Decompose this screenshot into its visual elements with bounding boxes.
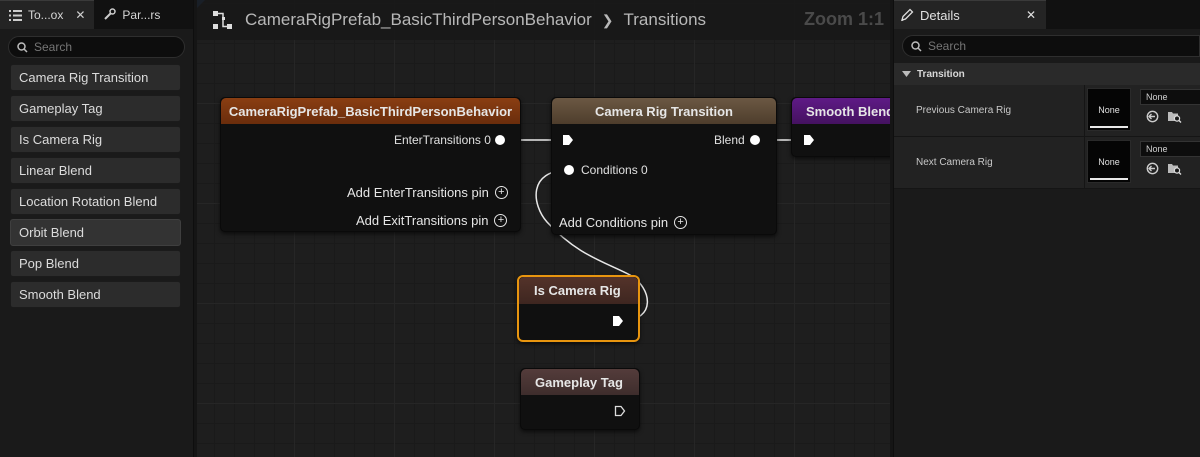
transition-blend-pin-label: Blend [714, 133, 745, 147]
tab-details-label: Details [920, 7, 960, 23]
graph-canvas[interactable]: CameraRigPrefab_BasicThirdPersonBehavior… [197, 0, 890, 457]
tab-toolbox-label: To...ox [28, 8, 64, 22]
browse-icon[interactable] [1167, 162, 1182, 175]
details-search-input[interactable] [928, 39, 1083, 53]
wrench-icon [104, 8, 117, 20]
node-is-camera-rig[interactable]: Is Camera Rig [517, 275, 640, 342]
plus-icon: + [674, 216, 688, 229]
breadcrumb-current: Transitions [623, 10, 707, 29]
next-camera-rig-thumbnail[interactable]: None [1087, 140, 1131, 183]
add-conditions-button[interactable]: Add Conditions pin + [559, 215, 688, 230]
tab-parameters-label: Par...rs [122, 7, 161, 22]
transition-blend-pin[interactable] [750, 135, 760, 145]
node-root-header: CameraRigPrefab_BasicThirdPersonBehavior [221, 98, 520, 124]
smooth-blend-in-exec-pin[interactable] [803, 134, 815, 146]
next-camera-rig-combo[interactable]: None [1140, 141, 1200, 157]
editor-window: To...ox ✕ Par...rs Camera Rig Transition… [0, 0, 1200, 457]
root-enter-pin[interactable] [495, 135, 505, 145]
add-conditions-label: Add Conditions pin [559, 215, 669, 230]
transition-conditions-pin[interactable] [564, 165, 574, 175]
property-previous-camera-rig-name: Previous Camera Rig [916, 105, 1012, 116]
list-icon [9, 9, 22, 21]
property-next-camera-rig: Next Camera Rig None None [894, 137, 1200, 189]
node-gameplay-tag-header: Gameplay Tag [521, 369, 639, 395]
pencil-icon [901, 8, 914, 22]
previous-camera-rig-combo[interactable]: None [1140, 89, 1200, 105]
use-selected-icon[interactable] [1146, 162, 1159, 175]
close-icon[interactable]: ✕ [1026, 8, 1036, 22]
toolbox-item-orbit-blend[interactable]: Orbit Blend [10, 219, 181, 246]
toolbox-item-camera-rig-transition[interactable]: Camera Rig Transition [10, 64, 181, 91]
node-smooth-blend-header: Smooth Blend [792, 98, 890, 124]
graph-breadcrumb-bar: CameraRigPrefab_BasicThirdPersonBehavior… [197, 0, 890, 40]
add-exit-transitions-button[interactable]: Add ExitTransitions pin + [356, 213, 508, 228]
add-enter-transitions-button[interactable]: Add EnterTransitions pin + [347, 185, 508, 200]
transition-conditions-pin-label: Conditions 0 [581, 163, 648, 177]
toolbox-item-pop-blend[interactable]: Pop Blend [10, 250, 181, 277]
browse-icon[interactable] [1167, 110, 1182, 123]
toolbox-item-smooth-blend[interactable]: Smooth Blend [10, 281, 181, 308]
category-transition-label: Transition [917, 68, 965, 80]
breadcrumb: CameraRigPrefab_BasicThirdPersonBehavior… [245, 10, 706, 30]
toolbox-search-input[interactable] [34, 40, 174, 54]
search-icon [17, 41, 28, 53]
breadcrumb-asset[interactable]: CameraRigPrefab_BasicThirdPersonBehavior [245, 10, 592, 30]
use-selected-icon[interactable] [1146, 110, 1159, 123]
chevron-down-icon [902, 70, 911, 77]
category-transition[interactable]: Transition [894, 63, 1200, 85]
is-camera-rig-out-exec-pin[interactable] [612, 315, 624, 327]
property-divider [1084, 137, 1085, 189]
details-search[interactable] [902, 35, 1200, 57]
node-root[interactable]: CameraRigPrefab_BasicThirdPersonBehavior [220, 97, 521, 232]
plus-icon: + [494, 214, 508, 227]
root-enter-pin-label: EnterTransitions 0 [394, 133, 491, 147]
toolbox-item-linear-blend[interactable]: Linear Blend [10, 157, 181, 184]
node-is-camera-rig-header: Is Camera Rig [519, 277, 638, 304]
previous-camera-rig-thumbnail[interactable]: None [1087, 88, 1131, 131]
search-icon [911, 40, 922, 52]
zoom-indicator: Zoom 1:1 [803, 9, 884, 29]
tab-toolbox[interactable]: To...ox ✕ [0, 0, 95, 29]
gameplay-tag-out-exec-pin[interactable] [614, 405, 626, 417]
transition-in-exec-pin[interactable] [562, 134, 574, 146]
toolbox-search[interactable] [8, 36, 185, 58]
plus-icon: + [494, 186, 508, 199]
tab-parameters[interactable]: Par...rs [94, 0, 169, 29]
left-tab-bar: To...ox ✕ Par...rs [0, 0, 193, 29]
tab-details[interactable]: Details ✕ [894, 0, 1046, 29]
toolbox-item-is-camera-rig[interactable]: Is Camera Rig [10, 126, 181, 153]
toolbox-item-gameplay-tag[interactable]: Gameplay Tag [10, 95, 181, 122]
add-enter-transitions-label: Add EnterTransitions pin [347, 185, 489, 200]
add-exit-transitions-label: Add ExitTransitions pin [356, 213, 489, 228]
toolbox-item-location-rotation-blend[interactable]: Location Rotation Blend [10, 188, 181, 215]
node-smooth-blend[interactable]: Smooth Blend [791, 97, 890, 157]
close-icon[interactable]: ✕ [75, 8, 85, 22]
toolbox-panel: To...ox ✕ Par...rs Camera Rig Transition… [0, 0, 194, 457]
transitions-graph-icon [213, 11, 232, 29]
node-transition-header: Camera Rig Transition [552, 98, 776, 124]
details-tab-bar: Details ✕ [894, 0, 1200, 29]
property-divider [1084, 85, 1085, 137]
details-panel: Details ✕ Transition Previous Camera Rig… [893, 0, 1200, 457]
property-next-camera-rig-name: Next Camera Rig [916, 157, 993, 168]
node-gameplay-tag[interactable]: Gameplay Tag [520, 368, 640, 430]
property-previous-camera-rig: Previous Camera Rig None None [894, 85, 1200, 137]
breadcrumb-separator-icon: ❯ [601, 11, 614, 28]
